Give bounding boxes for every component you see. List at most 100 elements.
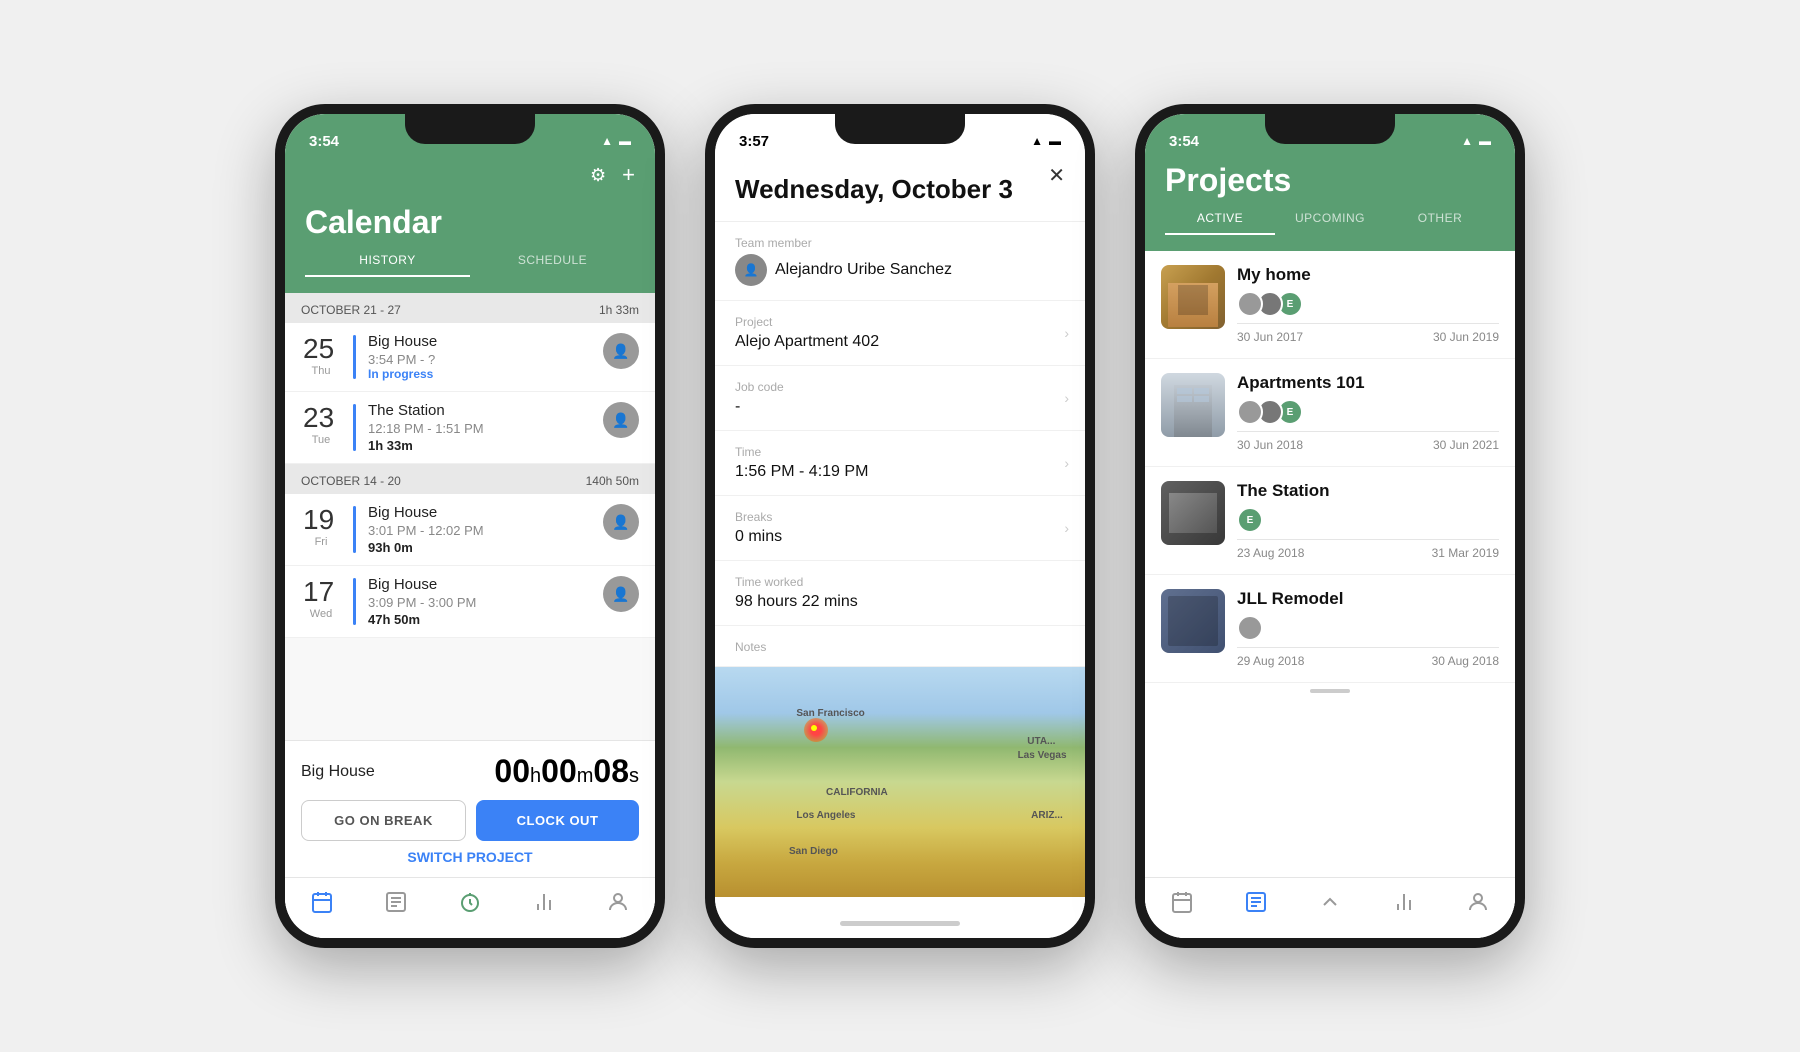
tab-person[interactable] [598,886,638,918]
day-17-name: Wed [310,608,332,620]
clockout-button[interactable]: CLOCK OUT [476,800,639,841]
map-label-utah: UTA... [1027,736,1055,747]
wifi-icon: ▲ [601,134,613,148]
proj-start-apts101: 30 Jun 2018 [1237,438,1303,452]
close-button[interactable]: ✕ [1048,166,1065,186]
proj-dates-apts101: 30 Jun 2018 30 Jun 2021 [1237,431,1499,452]
avatar-1 [1237,291,1263,317]
calendar-header: ⚙ + Calendar HISTORY SCHEDULE [285,158,655,293]
proj-end-jll: 30 Aug 2018 [1432,654,1499,668]
proj-info-myhome: My home E 30 Jun 2017 30 Jun 2019 [1237,265,1499,344]
entry-name-19: Big House [368,504,591,521]
field-notes: Notes [715,626,1085,667]
day-25-left: 25 Thu [301,333,341,377]
proj-info-jll: JLL Remodel 29 Aug 2018 30 Aug 2018 [1237,589,1499,668]
phone2-home-bar [715,908,1085,938]
entry-details-25: Big House 3:54 PM - ? In progress [368,333,591,381]
avatar-jll-1 [1237,615,1263,641]
field-time[interactable]: Time 1:56 PM - 4:19 PM › [715,431,1085,496]
tab3-chart[interactable] [1384,886,1424,918]
filter-icon[interactable]: ⚙ [590,165,606,186]
value-job-code: - [735,398,1065,416]
chevron-icon-job: › [1064,390,1069,406]
tab-active[interactable]: ACTIVE [1165,211,1275,235]
tab3-calendar[interactable] [1162,886,1202,918]
day-entry-23[interactable]: 23 Tue The Station 12:18 PM - 1:51 PM 1h… [285,392,655,464]
project-item-station[interactable]: The Station E 23 Aug 2018 31 Mar 2019 [1145,467,1515,575]
map-container: San Francisco CALIFORNIA UTA... Las Vega… [715,667,1085,897]
week-header-1: OCTOBER 21 - 27 1h 33m [285,293,655,323]
detail-header: ✕ Wednesday, October 3 [715,158,1085,222]
battery-icon: ▬ [619,134,631,148]
entry-avatar-19: 👤 [603,504,639,540]
switch-project-link[interactable]: SWITCH PROJECT [301,841,639,869]
day-entry-19[interactable]: 19 Fri Big House 3:01 PM - 12:02 PM 93h … [285,494,655,566]
tab-schedule[interactable]: SCHEDULE [470,253,635,277]
proj-name-station: The Station [1237,481,1499,501]
thumb-apts101 [1161,373,1225,437]
clock-timer: 00h00m08s [494,753,639,790]
project-item-apts101[interactable]: Apartments 101 E 30 Jun 2018 30 Jun 2021 [1145,359,1515,467]
tab-calendar[interactable] [302,886,342,918]
time-range: 1:56 PM - 4:19 PM [735,463,868,481]
day-23-left: 23 Tue [301,402,341,446]
thumb-station [1161,481,1225,545]
field-time-worked: Time worked 98 hours 22 mins [715,561,1085,626]
field-team-member[interactable]: Team member 👤 Alejandro Uribe Sanchez [715,222,1085,301]
tab-history[interactable]: HISTORY [305,253,470,277]
calendar-tabs: HISTORY SCHEDULE [305,253,635,277]
proj-name-myhome: My home [1237,265,1499,285]
wifi-icon-3: ▲ [1461,134,1473,148]
project-item-myhome[interactable]: My home E 30 Jun 2017 30 Jun 2019 [1145,251,1515,359]
value-team-member: 👤 Alejandro Uribe Sanchez [735,254,1065,286]
field-project[interactable]: Project Alejo Apartment 402 › [715,301,1085,366]
proj-avatars-apts101: E [1237,399,1499,425]
value-project: Alejo Apartment 402 [735,333,1065,351]
entry-duration-19: 93h 0m [368,540,591,555]
add-icon[interactable]: + [622,162,635,188]
entry-name-17: Big House [368,576,591,593]
proj-avatars-station: E [1237,507,1499,533]
detail-date: Wednesday, October 3 [735,174,1065,205]
clock-bar: Big House 00h00m08s GO ON BREAK CLOCK OU… [285,740,655,877]
proj-name-jll: JLL Remodel [1237,589,1499,609]
tab-other[interactable]: OTHER [1385,211,1495,235]
tab3-person[interactable] [1458,886,1498,918]
tab-list[interactable] [376,886,416,918]
chevron-icon-breaks: › [1064,520,1069,536]
break-button[interactable]: GO ON BREAK [301,800,466,841]
entry-time-17: 3:09 PM - 3:00 PM [368,595,591,610]
timer-hours: 00 [494,753,530,789]
day-entry-25[interactable]: 25 Thu Big House 3:54 PM - ? In progress… [285,323,655,392]
avatar-apts-1 [1237,399,1263,425]
project-name: Alejo Apartment 402 [735,333,879,351]
calendar-body: OCTOBER 21 - 27 1h 33m 25 Thu Big House … [285,293,655,740]
tab3-up[interactable] [1310,886,1350,918]
team-member-name: Alejandro Uribe Sanchez [775,261,952,279]
week-label-2: OCTOBER 14 - 20 [301,474,401,488]
week-hours-2: 140h 50m [586,474,639,488]
phone1-time: 3:54 [309,133,339,150]
label-notes: Notes [735,640,1065,654]
timer-mins: 00 [541,753,577,789]
field-breaks[interactable]: Breaks 0 mins › [715,496,1085,561]
day-entry-17[interactable]: 17 Wed Big House 3:09 PM - 3:00 PM 47h 5… [285,566,655,638]
tab-chart[interactable] [524,886,564,918]
team-avatar: 👤 [735,254,767,286]
entry-time-23: 12:18 PM - 1:51 PM [368,421,591,436]
tab3-list[interactable] [1236,886,1276,918]
entry-details-23: The Station 12:18 PM - 1:51 PM 1h 33m [368,402,591,453]
tab-upcoming[interactable]: UPCOMING [1275,211,1385,235]
proj-start-myhome: 30 Jun 2017 [1237,330,1303,344]
label-time: Time [735,445,1065,459]
detail-body: Team member 👤 Alejandro Uribe Sanchez Pr… [715,222,1085,908]
proj-start-station: 23 Aug 2018 [1237,546,1304,560]
project-item-jll[interactable]: JLL Remodel 29 Aug 2018 30 Aug 2018 [1145,575,1515,683]
phone3: 3:54 ▲ ▬ Projects ACTIVE UPCOMING OTHER [1135,104,1525,948]
entry-bar-23 [353,404,356,451]
entry-name-25: Big House [368,333,591,350]
projects-header: Projects ACTIVE UPCOMING OTHER [1145,158,1515,251]
entry-bar-25 [353,335,356,379]
tab-timer[interactable] [450,886,490,918]
field-job-code[interactable]: Job code - › [715,366,1085,431]
